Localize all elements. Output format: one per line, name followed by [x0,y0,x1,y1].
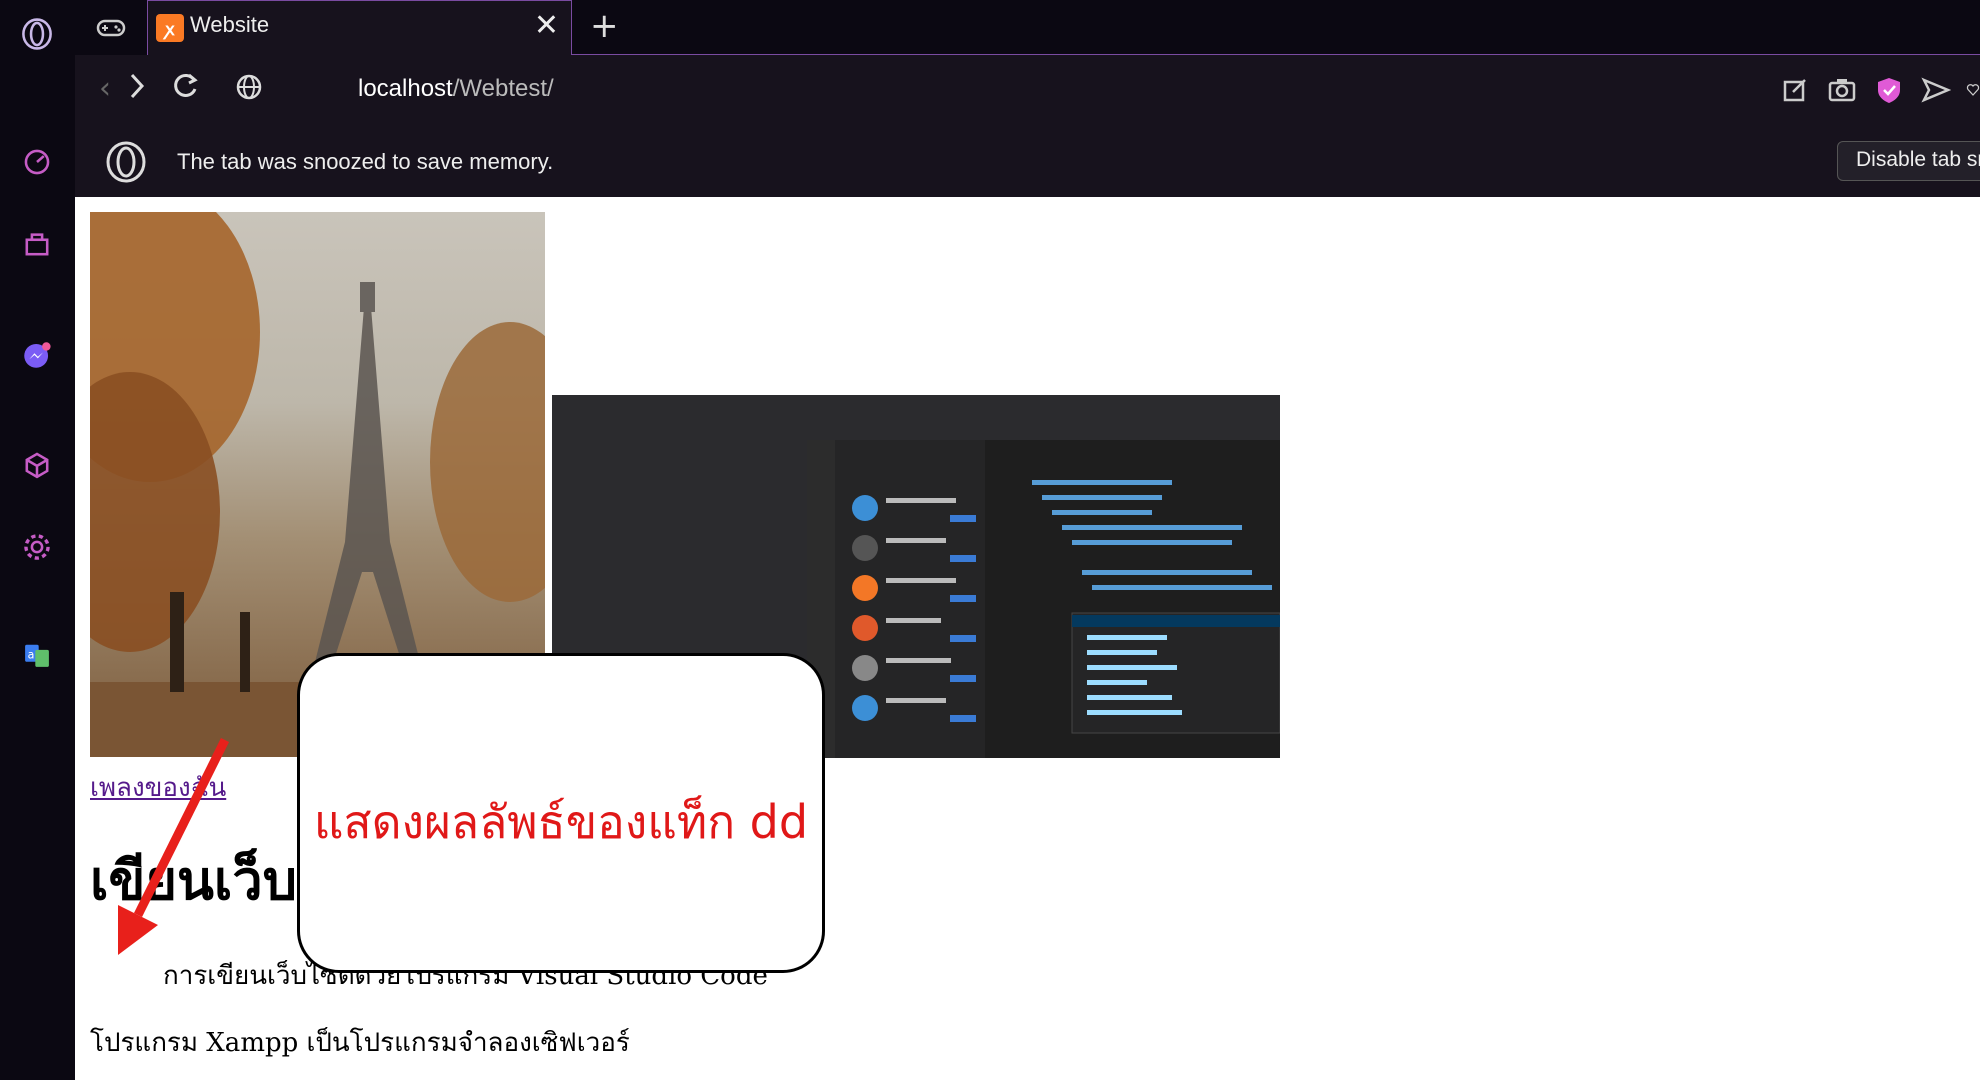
tab-website[interactable]: ꭗ Website ✕ [147,0,572,55]
svg-text:a: a [28,648,35,661]
back-button[interactable]: ‹ [99,71,111,106]
url-field[interactable]: localhost/Webtest/ [358,75,554,103]
tab-title: Website [190,12,270,37]
forward-button[interactable] [127,71,147,109]
close-tab-icon[interactable]: ✕ [534,11,559,41]
gamepad-icon[interactable] [75,0,148,55]
xampp-icon: ꭗ [156,14,184,42]
address-bar: ‹ localhost/Webtest/ [75,55,1980,127]
settings-icon[interactable] [17,527,57,567]
annotation-text: แสดงผลลัพธ์ของแท็ก dd [313,795,809,849]
snooze-infobar: The tab was snoozed to save memory. Disa… [75,127,1980,198]
cube-icon[interactable] [17,445,57,485]
opera-logo-icon [105,141,147,183]
send-icon[interactable] [1919,73,1953,107]
vpn-shield-icon[interactable] [1872,73,1906,107]
translate-icon[interactable]: a [17,635,57,675]
camera-icon[interactable] [1825,73,1859,107]
briefcase-icon[interactable] [17,224,57,264]
disable-snoozing-button[interactable]: Disable tab snoozing [1837,141,1980,181]
edit-icon[interactable] [1778,73,1812,107]
globe-icon[interactable] [235,73,263,109]
url-host: localhost [358,75,453,102]
page-heading: เขียนเว็บ [90,849,297,912]
sidebar: a [0,0,76,1080]
heart-icon[interactable] [1966,73,1980,107]
paragraph-text: โปรแกรม Xampp เป็นโปรแกรมจำลองเซิฟเวอร์ [90,1028,630,1058]
opera-logo-icon[interactable] [17,14,57,54]
tab-strip: ꭗ Website ✕ + [75,0,1980,55]
songs-link[interactable]: เพลงของฉัน [90,767,226,808]
web-page: เพลงของฉัน เขียนเว็บ การเขียนเว็บไซต์ด้ว… [75,197,1980,1080]
reload-button[interactable] [171,71,199,109]
speed-dial-icon[interactable] [17,142,57,182]
new-tab-button[interactable]: + [590,6,619,46]
snooze-message: The tab was snoozed to save memory. [177,149,554,174]
url-path: /Webtest/ [452,75,554,102]
messenger-icon[interactable] [17,335,57,375]
annotation-callout: แสดงผลลัพธ์ของแท็ก dd [297,653,825,973]
